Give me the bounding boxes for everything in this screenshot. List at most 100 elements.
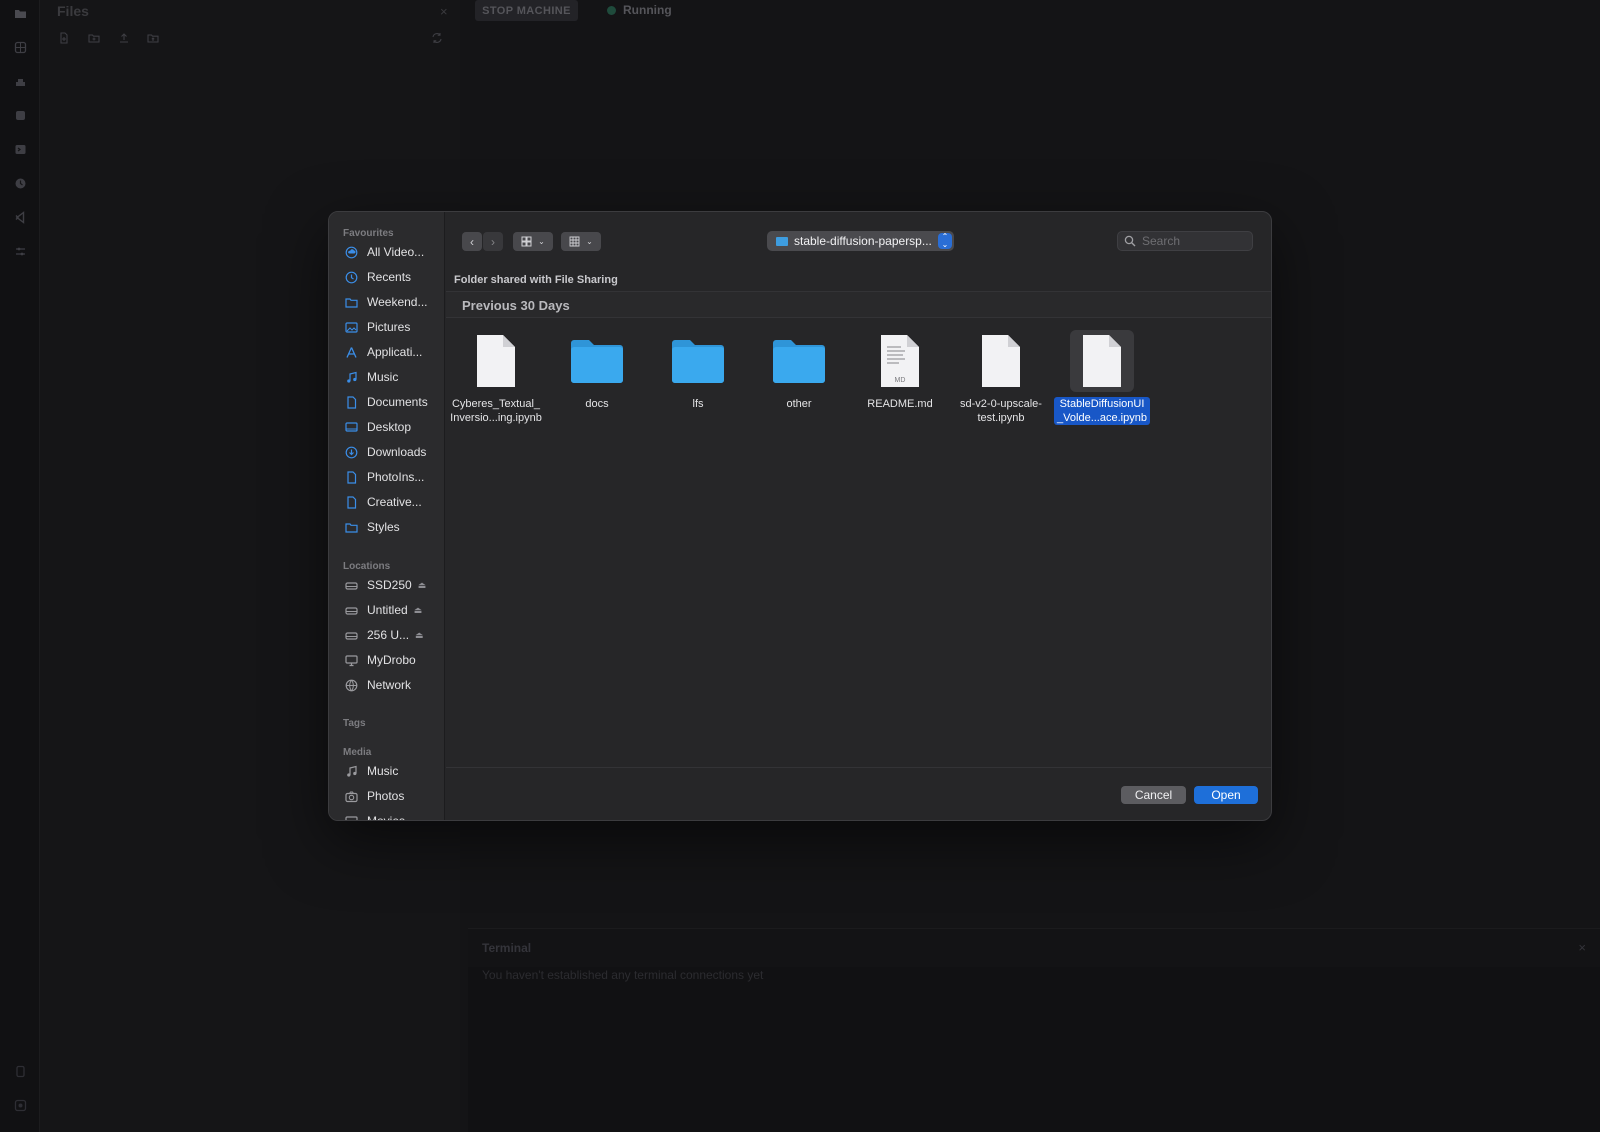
sidebar-item-favourites-0[interactable]: All Video... [329,240,444,264]
apps-icon [329,346,367,359]
path-popup-button[interactable]: stable-diffusion-papersp... ⌃ ⌄ [767,231,954,251]
activity-bar [0,0,40,1132]
grid-view-icon [569,236,580,247]
drive-icon [329,604,367,617]
back-icon: ‹ [470,234,474,249]
new-folder-icon[interactable] [88,31,100,43]
forward-icon: › [491,234,495,249]
monitor-icon [329,654,367,667]
search-field[interactable] [1117,231,1253,251]
sidebar-item-favourites-7[interactable]: Desktop [329,415,444,439]
chevron-down-icon: ⌄ [538,237,545,246]
search-input[interactable] [1142,234,1252,248]
upload-icon[interactable] [118,31,130,43]
sidebar-item-label: Photos [367,789,405,803]
music-icon [329,371,367,384]
forward-button[interactable]: › [483,232,503,251]
settings-icon[interactable] [14,1099,27,1112]
sidebar-item-locations-3[interactable]: MyDrobo [329,648,444,672]
sidebar-item-label: Creative... [367,495,422,509]
stack-icon[interactable] [14,76,27,87]
eject-icon[interactable]: ⏏ [418,580,427,591]
folder-item[interactable]: docs [547,330,647,430]
device-icon[interactable] [14,1065,27,1078]
open-file-dialog: Favourites All Video... Recents Weekend...… [328,211,1272,821]
camera-icon [329,790,367,803]
sidebar-item-locations-4[interactable]: Network [329,673,444,697]
file-item[interactable]: sd-v2-0-upscale- test.ipynb [951,330,1051,430]
sidebar-item-favourites-1[interactable]: Recents [329,265,444,289]
folder-item[interactable]: other [749,330,849,430]
cancel-button[interactable]: Cancel [1121,786,1186,804]
path-popup-label: stable-diffusion-papersp... [794,234,932,248]
grid-icon[interactable] [14,41,27,54]
file-name-label: README.md [867,398,933,410]
sidebar-item-media-2[interactable]: Movies [329,809,444,820]
view-mode-button[interactable]: ⌄ [513,232,553,251]
document-icon [329,495,367,509]
sliders-icon[interactable] [14,246,27,257]
file-item[interactable]: MD README.md [850,330,950,430]
document-icon [329,395,367,409]
sidebar-item-locations-1[interactable]: Untitled ⏏ [329,598,444,622]
box-icon[interactable] [14,110,27,121]
group-by-button[interactable]: ⌄ [561,232,601,251]
eject-icon[interactable]: ⏏ [415,630,424,641]
sidebar-item-label: Music [367,764,399,778]
sidebar-item-favourites-2[interactable]: Weekend... [329,290,444,314]
sidebar-heading-tags: Tags [343,718,366,729]
sidebar-item-label: Documents [367,395,428,409]
document-icon [1070,330,1134,392]
sidebar-item-label: All Video... [367,245,425,259]
terminal-header [468,929,1600,967]
sidebar-item-label: Recents [367,270,412,284]
folder-icon [565,330,629,392]
terminal-close-button[interactable]: × [1578,940,1586,955]
folder-icon [776,236,788,246]
files-icon[interactable] [14,8,27,19]
open-button[interactable]: Open [1194,786,1258,804]
sidebar-item-favourites-9[interactable]: PhotoIns... [329,465,444,489]
sidebar-item-favourites-8[interactable]: Downloads [329,440,444,464]
download-icon [329,446,367,459]
sidebar-heading-locations: Locations [343,561,391,572]
shared-folder-label: Folder shared with File Sharing [454,274,618,286]
file-item[interactable]: StableDiffusionUI _Volde...ace.ipynb [1052,330,1152,430]
sidebar-item-label: Styles [367,520,400,534]
drive-icon [329,629,367,642]
terminal-icon[interactable] [14,144,27,155]
sidebar-item-favourites-10[interactable]: Creative... [329,490,444,514]
terminal-title: Terminal [482,941,532,955]
cloud-icon [329,246,367,259]
upload-folder-icon[interactable] [147,31,159,43]
sidebar-item-media-0[interactable]: Music [329,759,444,783]
file-name-label: Cyberes_Textual_ Inversio...ing.ipynb [450,398,542,424]
drive-icon [329,579,367,592]
sidebar-item-favourites-4[interactable]: Applicati... [329,340,444,364]
icon-view-icon [521,236,532,247]
history-icon[interactable] [14,178,27,189]
sidebar-item-locations-0[interactable]: SSD250 ⏏ [329,573,444,597]
sidebar-heading-favourites: Favourites [343,228,394,239]
eject-icon[interactable]: ⏏ [414,605,423,616]
sidebar-item-favourites-11[interactable]: Styles [329,515,444,539]
file-name-label: docs [585,398,609,410]
refresh-icon[interactable] [431,31,443,43]
back-button[interactable]: ‹ [462,232,482,251]
status-dot-icon [607,5,616,15]
search-icon [1124,235,1136,247]
terminal-panel: Terminal × You haven't established any t… [468,928,1600,1132]
sidebar-item-media-1[interactable]: Photos [329,784,444,808]
sidebar-item-label: SSD250 [367,578,412,592]
folder-item[interactable]: lfs [648,330,748,430]
sidebar-item-favourites-3[interactable]: Pictures [329,315,444,339]
files-panel-close-button[interactable]: × [440,4,448,19]
document-icon [329,470,367,484]
sidebar-item-favourites-5[interactable]: Music [329,365,444,389]
sidebar-item-favourites-6[interactable]: Documents [329,390,444,414]
vscode-icon[interactable] [14,211,27,224]
stop-machine-button[interactable]: STOP MACHINE [475,0,578,21]
file-item[interactable]: Cyberes_Textual_ Inversio...ing.ipynb [446,330,546,430]
sidebar-item-locations-2[interactable]: 256 U... ⏏ [329,623,444,647]
new-file-icon[interactable] [58,31,70,44]
